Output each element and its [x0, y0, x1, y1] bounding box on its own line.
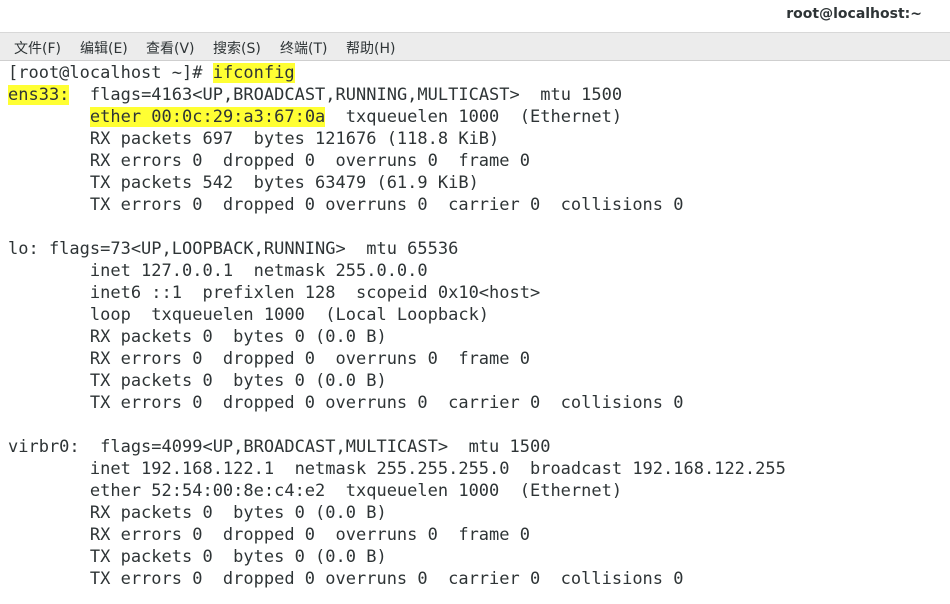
ens33-rx-errors: RX errors 0 dropped 0 overruns 0 frame 0	[8, 151, 530, 171]
title-bar: root@localhost:~	[0, 0, 950, 33]
menu-terminal[interactable]: 终端(T)	[280, 38, 327, 58]
window-title: root@localhost:~	[786, 6, 922, 22]
ens33-tx-errors: TX errors 0 dropped 0 overruns 0 carrier…	[8, 195, 684, 215]
virbr0-header-line: virbr0: flags=4099<UP,BROADCAST,MULTICAS…	[8, 437, 551, 457]
lo-inet6: inet6 ::1 prefixlen 128 scopeid 0x10<hos…	[8, 283, 541, 303]
virbr0-rx-packets: RX packets 0 bytes 0 (0.0 B)	[8, 503, 387, 523]
prompt: [root@localhost ~]#	[8, 63, 213, 83]
lo-loop: loop txqueuelen 1000 (Local Loopback)	[8, 305, 490, 325]
ens33-ether-rest: txqueuelen 1000 (Ethernet)	[325, 107, 623, 127]
ens33-indent	[8, 107, 90, 127]
lo-header-line: lo: flags=73<UP,LOOPBACK,RUNNING> mtu 65…	[8, 239, 459, 259]
ens33-flags: flags=4163<UP,BROADCAST,RUNNING,MULTICAS…	[69, 85, 623, 105]
ens33-name: ens33:	[8, 85, 70, 105]
menu-help[interactable]: 帮助(H)	[346, 38, 395, 58]
lo-inet: inet 127.0.0.1 netmask 255.0.0.0	[8, 261, 428, 281]
virbr0-tx-packets: TX packets 0 bytes 0 (0.0 B)	[8, 547, 387, 567]
virbr0-tx-errors: TX errors 0 dropped 0 overruns 0 carrier…	[8, 569, 684, 589]
virbr0-inet: inet 192.168.122.1 netmask 255.255.255.0…	[8, 459, 786, 479]
menu-bar: 文件(F) 编辑(E) 查看(V) 搜索(S) 终端(T) 帮助(H)	[0, 33, 950, 61]
lo-rx-errors: RX errors 0 dropped 0 overruns 0 frame 0	[8, 349, 530, 369]
lo-rx-packets: RX packets 0 bytes 0 (0.0 B)	[8, 327, 387, 347]
ens33-tx-packets: TX packets 542 bytes 63479 (61.9 KiB)	[8, 173, 479, 193]
virbr0-ether: ether 52:54:00:8e:c4:e2 txqueuelen 1000 …	[8, 481, 623, 501]
menu-file[interactable]: 文件(F)	[14, 38, 61, 58]
lo-tx-packets: TX packets 0 bytes 0 (0.0 B)	[8, 371, 387, 391]
ens33-header-line: ens33: flags=4163<UP,BROADCAST,RUNNING,M…	[8, 84, 622, 106]
prompt-line: [root@localhost ~]# ifconfig	[8, 62, 295, 84]
command-text: ifconfig	[212, 63, 295, 83]
menu-view[interactable]: 查看(V)	[146, 38, 195, 58]
ens33-rx-packets: RX packets 697 bytes 121676 (118.8 KiB)	[8, 129, 500, 149]
terminal-area[interactable]: [root@localhost ~]# ifconfig ens33: flag…	[0, 61, 950, 604]
ens33-ether: ether 00:0c:29:a3:67:0a	[89, 107, 326, 127]
lo-tx-errors: TX errors 0 dropped 0 overruns 0 carrier…	[8, 393, 684, 413]
menu-edit[interactable]: 编辑(E)	[80, 38, 128, 58]
menu-search[interactable]: 搜索(S)	[213, 38, 261, 58]
ens33-ether-line: ether 00:0c:29:a3:67:0a txqueuelen 1000 …	[8, 106, 622, 128]
virbr0-rx-errors: RX errors 0 dropped 0 overruns 0 frame 0	[8, 525, 530, 545]
